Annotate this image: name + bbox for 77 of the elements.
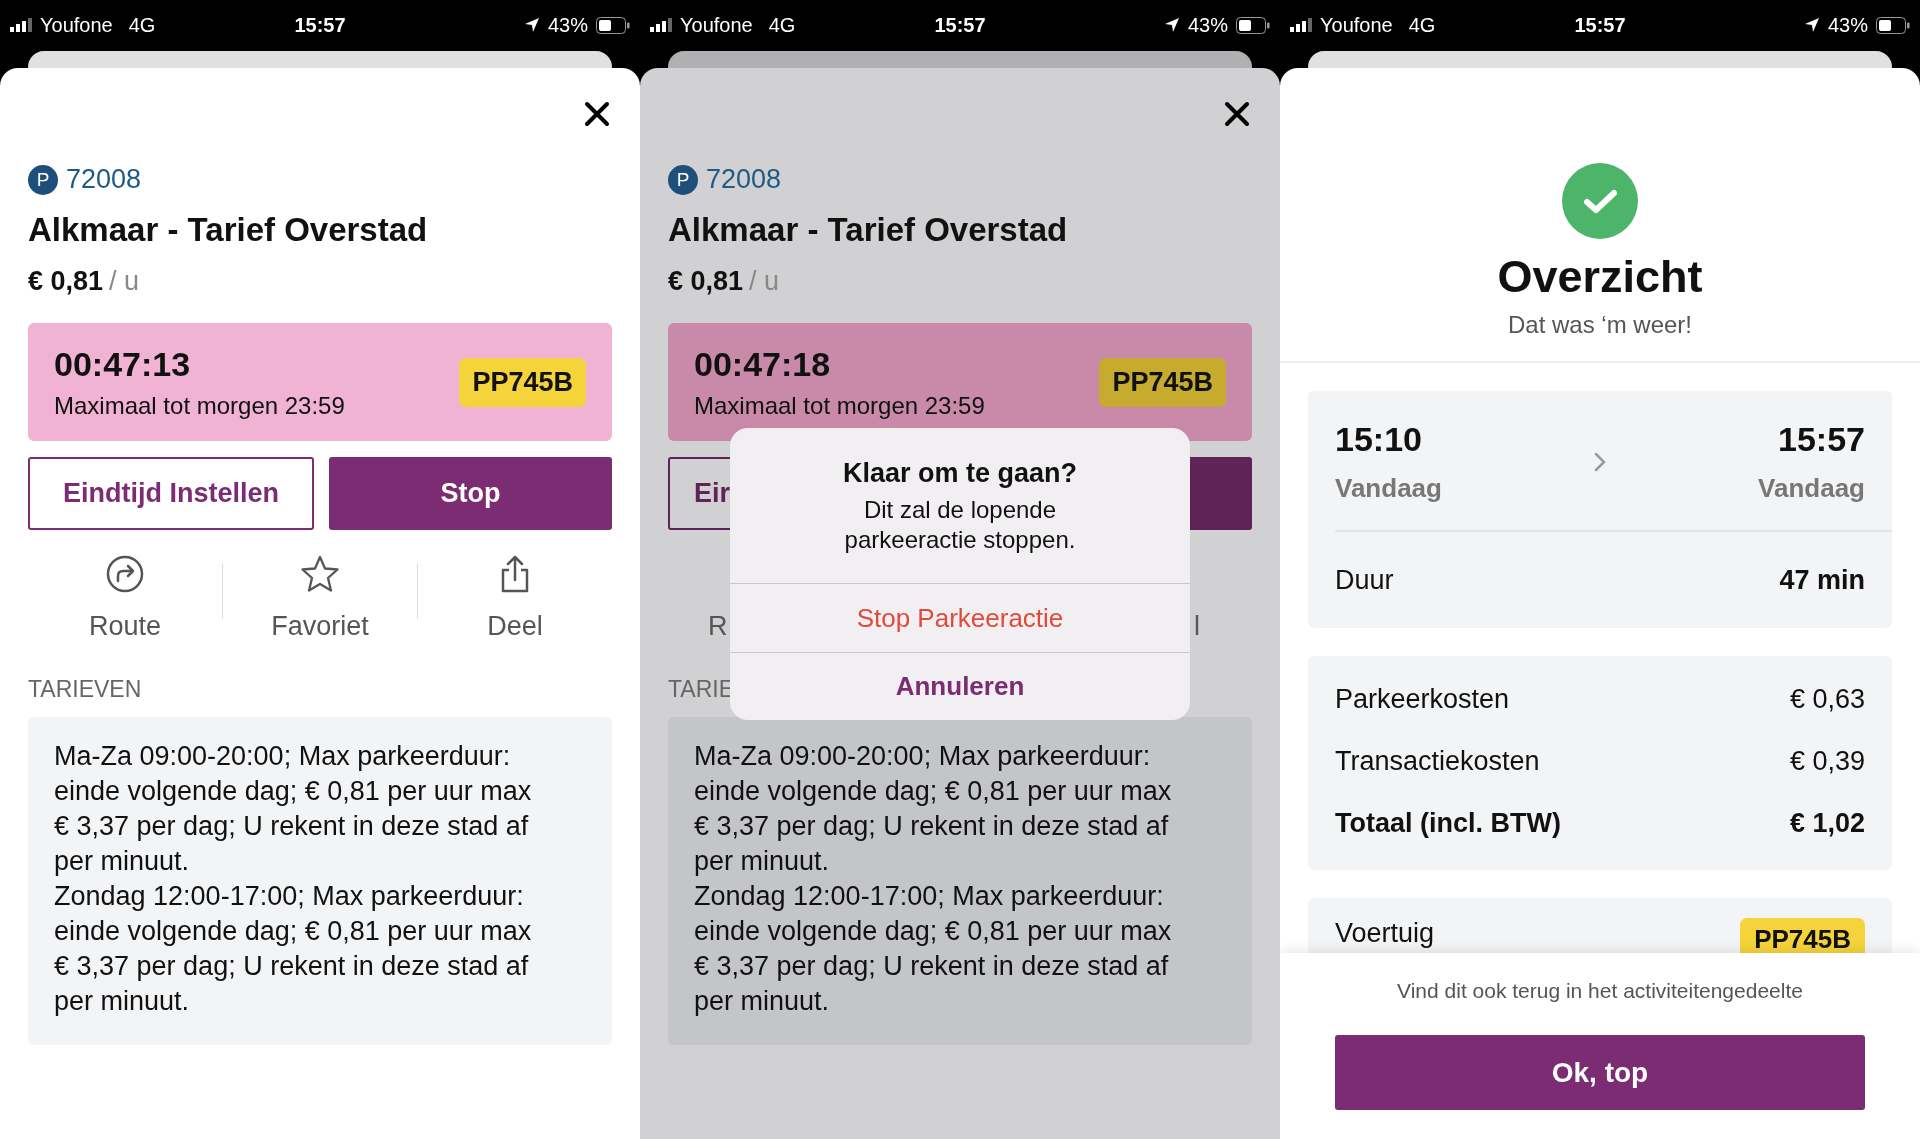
cost-value: € 0,39 [1789,745,1865,777]
zone-code: 72008 [66,164,142,195]
summary-title: Overzicht [1497,251,1703,303]
close-icon[interactable] [584,101,610,127]
location-arrow-icon [1803,17,1820,33]
carrier-name: Youfone [40,13,113,37]
battery-percent: 43% [1827,13,1868,37]
set-end-time-button[interactable]: Eindtijd Instellen [28,457,314,530]
network-type: 4G [1408,13,1436,37]
max-end-note: Maximaal tot morgen 23:59 [54,391,345,420]
clock-time: 15:57 [933,13,987,37]
duration-label: Duur [1335,564,1394,596]
route-icon[interactable] [105,554,145,594]
price-unit: / u [109,266,140,296]
parking-badge: P [28,164,58,195]
end-day: Vandaag [1758,473,1865,504]
network-type: 4G [768,13,796,37]
signal-icon [10,18,32,32]
rate-text: Ma-Za 09:00-20:00; Max parkeerduur: einde volgende dag; € 0,81 per uur max € 3,37 per dag; U rekent in deze stad af per minuut. [694,740,1173,878]
action-label[interactable]: R [708,611,728,642]
carrier-name: Youfone [680,13,753,37]
signal-icon [650,18,672,32]
cost-label: Totaal (incl. BTW) [1335,807,1561,839]
price-unit: / u [749,266,780,296]
battery-icon [1876,16,1910,34]
action-label[interactable]: l [1194,611,1200,642]
footer-note: Vind dit ook terug in het activiteitengedeelte [1397,979,1803,1003]
success-check-icon [1562,163,1638,239]
battery-icon [596,16,630,34]
summary-subtitle: Dat was ‘m weer! [1507,311,1692,339]
start-time: 15:10 [1335,420,1423,459]
star-icon[interactable] [300,554,340,594]
zone-code: 72008 [706,164,782,195]
license-plate: PP745B [1099,357,1226,407]
license-plate: PP745B [459,357,586,407]
cost-value: € 1,02 [1789,807,1865,839]
cost-value: € 0,63 [1789,683,1865,715]
close-icon[interactable] [1224,101,1250,127]
rate-text: Zondag 12:00-17:00; Max parkeerduur: einde volgende dag; € 0,81 per uur max € 3,37 per dag; U rekent in deze stad af per minuut. [54,880,533,1018]
alert-message: Dit zal de lopende parkeeractie stoppen. [843,495,1077,555]
vehicle-label: Voertuig [1335,918,1435,949]
battery-percent: 43% [1187,13,1228,37]
timer: 00:47:13 [54,344,192,384]
action-label[interactable]: Favoriet [271,611,369,642]
action-label[interactable]: Deel [487,611,543,642]
cost-label: Transactiekosten [1335,745,1540,777]
stop-button[interactable]: Stop [329,457,612,530]
clock-time: 15:57 [293,13,347,37]
alert-button[interactable]: Annuleren [730,652,1190,720]
action-label[interactable]: Route [88,611,162,642]
section-heading: TARIEVEN [28,676,142,703]
clock-time: 15:57 [1573,13,1627,37]
battery-icon [1236,16,1270,34]
signal-icon [1290,18,1312,32]
location-title: Alkmaar - Tarief Overstad [28,211,429,249]
license-plate: PP745B [1740,918,1865,953]
rate-text: Ma-Za 09:00-20:00; Max parkeerduur: einde volgende dag; € 0,81 per uur max € 3,37 per dag; U rekent in deze stad af per minuut. [54,740,533,878]
start-day: Vandaag [1335,473,1442,504]
location-arrow-icon [523,17,540,33]
carrier-name: Youfone [1320,13,1393,37]
price: € 0,81 [668,266,744,296]
timer: 00:47:18 [694,344,832,384]
end-time: 15:57 [1778,420,1865,459]
network-type: 4G [128,13,156,37]
rate-text: Zondag 12:00-17:00; Max parkeerduur: einde volgende dag; € 0,81 per uur max € 3,37 per dag; U rekent in deze stad af per minuut. [694,880,1173,1018]
battery-percent: 43% [547,13,588,37]
location-arrow-icon [1163,17,1180,33]
price: € 0,81 [28,266,104,296]
alert-button[interactable]: Stop Parkeeractie [730,584,1190,652]
alert-title: Klaar om te gaan? [842,458,1078,489]
location-title: Alkmaar - Tarief Overstad [668,211,1069,249]
chevron-right-icon [1593,451,1607,473]
max-end-note: Maximaal tot morgen 23:59 [694,391,985,420]
parking-badge: P [668,164,698,195]
duration-value: 47 min [1779,564,1865,596]
ok-button[interactable]: Ok, top [1335,1035,1865,1110]
cost-label: Parkeerkosten [1335,683,1510,715]
